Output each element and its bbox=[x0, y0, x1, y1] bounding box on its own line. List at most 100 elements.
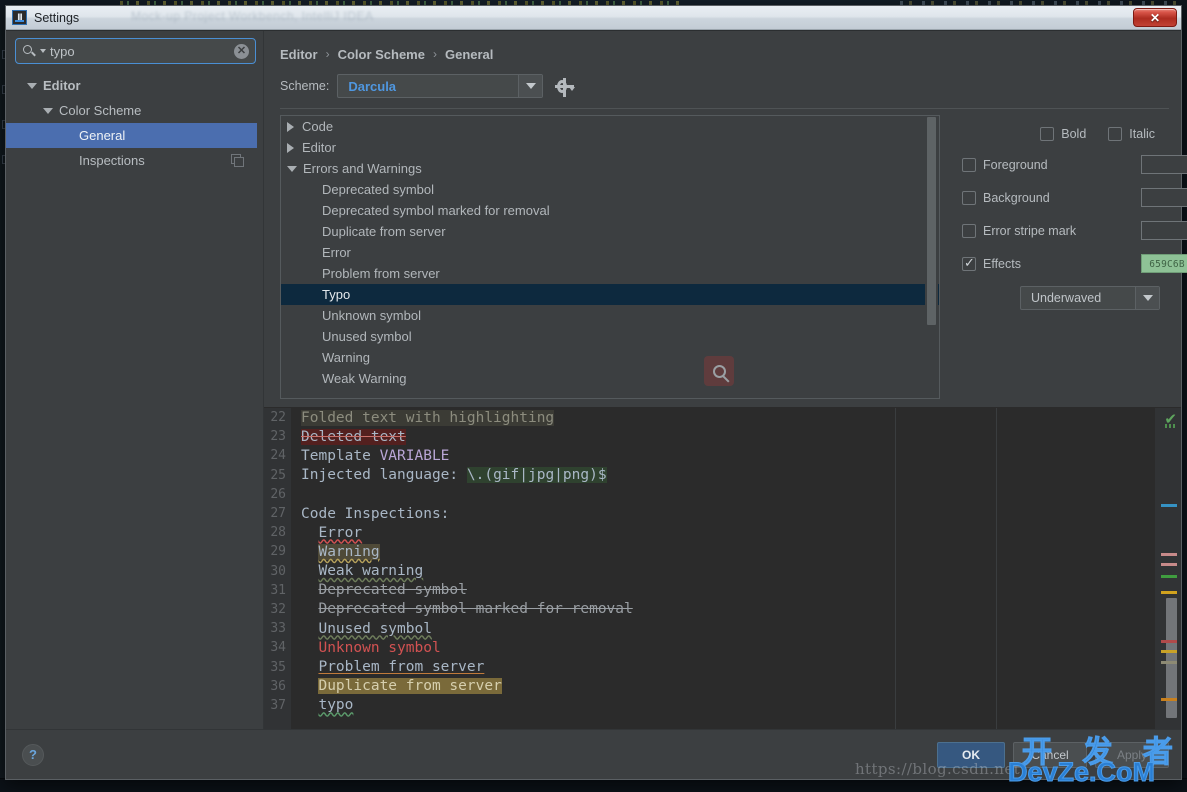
color-tree-item-weak-warning[interactable]: Weak Warning bbox=[281, 368, 939, 389]
error-stripe-label: Error stripe mark bbox=[983, 223, 1077, 238]
close-icon[interactable]: ✕ bbox=[1133, 8, 1177, 27]
sidebar-item-label: Color Scheme bbox=[59, 103, 142, 118]
color-tree-label: Editor bbox=[302, 140, 336, 155]
marker[interactable] bbox=[1161, 575, 1177, 578]
checkbox-icon[interactable] bbox=[962, 190, 976, 205]
effect-type-dropdown[interactable]: Underwaved bbox=[1020, 286, 1160, 310]
scheme-actions-button[interactable] bbox=[555, 77, 576, 97]
code-token: Folded text with highlighting bbox=[301, 409, 555, 426]
color-tree-group-code[interactable]: Code bbox=[281, 116, 939, 137]
breadcrumb-item-color-scheme[interactable]: Color Scheme bbox=[338, 47, 425, 62]
background-checkbox[interactable]: Background bbox=[962, 190, 1131, 205]
bold-checkbox[interactable]: Bold bbox=[1040, 127, 1086, 141]
scheme-dropdown-toggle[interactable] bbox=[518, 75, 543, 97]
color-tree-item-typo[interactable]: Typo bbox=[281, 284, 939, 305]
error-stripe-row: Error stripe mark bbox=[962, 221, 1187, 240]
chevron-down-icon[interactable] bbox=[43, 107, 53, 114]
code-token: typo bbox=[318, 697, 354, 714]
scheme-dropdown[interactable]: Darcula bbox=[337, 74, 544, 98]
marker[interactable] bbox=[1161, 553, 1177, 556]
color-tree-item-warning[interactable]: Warning bbox=[281, 347, 939, 368]
marker[interactable] bbox=[1161, 661, 1177, 664]
checkbox-icon[interactable] bbox=[962, 223, 976, 238]
color-scheme-preview[interactable]: 22 Folded text with highlighting 23 Delete… bbox=[264, 407, 1181, 729]
copy-icon[interactable] bbox=[231, 154, 244, 167]
marker[interactable] bbox=[1161, 591, 1177, 594]
code-line: 31 Deprecated symbol bbox=[264, 581, 1181, 600]
chevron-down-icon[interactable] bbox=[287, 165, 297, 172]
editor-marker-strip[interactable]: ✔ bbox=[1155, 408, 1181, 729]
cancel-button[interactable]: Cancel bbox=[1013, 741, 1087, 768]
color-tree-group-errors-and-warnings[interactable]: Errors and Warnings bbox=[281, 158, 939, 179]
color-tree-scrollbar[interactable] bbox=[925, 117, 938, 397]
settings-sidebar: typo ✕ Editor Color Scheme General Inspe… bbox=[6, 31, 264, 729]
marker[interactable] bbox=[1161, 563, 1177, 566]
color-tree-label: Weak Warning bbox=[322, 371, 407, 386]
effects-color-swatch[interactable]: 659C6B bbox=[1141, 254, 1187, 273]
line-number: 36 bbox=[270, 678, 286, 694]
search-input[interactable]: typo ✕ bbox=[15, 38, 256, 64]
background-row: Background bbox=[962, 188, 1187, 207]
inspection-status-icon[interactable]: ✔ bbox=[1164, 412, 1177, 428]
italic-label: Italic bbox=[1129, 127, 1155, 141]
code-line-text: Template VARIABLE bbox=[291, 448, 449, 464]
sidebar-item-label: Editor bbox=[43, 78, 81, 93]
error-stripe-color-swatch[interactable] bbox=[1141, 221, 1187, 240]
checkbox-icon[interactable] bbox=[962, 157, 976, 172]
error-stripe-checkbox[interactable]: Error stripe mark bbox=[962, 223, 1131, 238]
color-settings-area: Code Editor Errors and Warnings Deprecat… bbox=[264, 109, 1187, 399]
sidebar-item-editor[interactable]: Editor bbox=[15, 73, 256, 98]
checkbox-icon[interactable] bbox=[962, 255, 976, 271]
color-tree-scrollbar-thumb[interactable] bbox=[927, 117, 936, 325]
code-line: 25 Injected language: \.(gif|jpg|png)$ bbox=[264, 466, 1181, 485]
code-line-text: Deleted text bbox=[291, 428, 406, 445]
color-tree-item-error[interactable]: Error bbox=[281, 242, 939, 263]
code-line-text: Folded text with highlighting bbox=[291, 409, 555, 426]
color-tree-item-deprecated-symbol-marked-for-removal[interactable]: Deprecated symbol marked for removal bbox=[281, 200, 939, 221]
checkbox-icon[interactable] bbox=[1108, 127, 1123, 141]
italic-checkbox[interactable]: Italic bbox=[1108, 127, 1155, 141]
background-color-swatch[interactable] bbox=[1141, 188, 1187, 207]
code-line: 29 Warning bbox=[264, 542, 1181, 561]
color-tree-item-duplicate-from-server[interactable]: Duplicate from server bbox=[281, 221, 939, 242]
apply-button[interactable]: Apply bbox=[1095, 741, 1169, 768]
color-tree-item-unknown-symbol[interactable]: Unknown symbol bbox=[281, 305, 939, 326]
line-number: 31 bbox=[270, 582, 286, 598]
code-token: Unused symbol bbox=[318, 620, 432, 637]
line-number: 25 bbox=[270, 467, 286, 483]
chevron-down-icon[interactable] bbox=[27, 82, 37, 89]
effect-type-value: Underwaved bbox=[1031, 291, 1102, 305]
marker[interactable] bbox=[1161, 640, 1177, 643]
color-tree-item-problem-from-server[interactable]: Problem from server bbox=[281, 263, 939, 284]
ok-button[interactable]: OK bbox=[937, 741, 1005, 768]
code-token: \.(gif|jpg|png)$ bbox=[466, 467, 607, 484]
color-tree-item-deprecated-symbol[interactable]: Deprecated symbol bbox=[281, 179, 939, 200]
color-tree-item-unused-symbol[interactable]: Unused symbol bbox=[281, 326, 939, 347]
effects-checkbox[interactable]: Effects bbox=[962, 255, 1131, 271]
clear-search-icon[interactable]: ✕ bbox=[234, 43, 249, 59]
code-token: Weak warning bbox=[318, 563, 424, 580]
checkbox-icon[interactable] bbox=[1040, 127, 1055, 141]
chevron-right-icon[interactable] bbox=[287, 142, 294, 153]
marker[interactable] bbox=[1161, 698, 1177, 701]
chevron-down-icon[interactable] bbox=[40, 49, 46, 53]
code-line-text: Unused symbol bbox=[291, 621, 432, 637]
marker[interactable] bbox=[1161, 650, 1177, 653]
chevron-right-icon[interactable] bbox=[287, 121, 294, 132]
sidebar-item-inspections[interactable]: Inspections bbox=[15, 148, 256, 173]
line-number: 33 bbox=[270, 621, 286, 637]
dialog-title-bar[interactable]: IJ Settings Mock-up Project Workbench, I… bbox=[6, 6, 1181, 30]
effect-type-dropdown-toggle[interactable] bbox=[1135, 287, 1159, 309]
sidebar-item-general[interactable]: General bbox=[6, 123, 257, 148]
breadcrumb-item-editor[interactable]: Editor bbox=[280, 47, 318, 62]
foreground-checkbox[interactable]: Foreground bbox=[962, 157, 1131, 172]
help-button[interactable]: ? bbox=[22, 743, 44, 766]
marker[interactable] bbox=[1161, 504, 1177, 507]
color-tree-group-editor[interactable]: Editor bbox=[281, 137, 939, 158]
foreground-color-swatch[interactable] bbox=[1141, 155, 1187, 174]
scheme-dropdown-value: Darcula bbox=[348, 78, 397, 94]
sidebar-item-color-scheme[interactable]: Color Scheme bbox=[15, 98, 256, 123]
settings-main-pane: Editor › Color Scheme › General Scheme: … bbox=[264, 31, 1187, 729]
